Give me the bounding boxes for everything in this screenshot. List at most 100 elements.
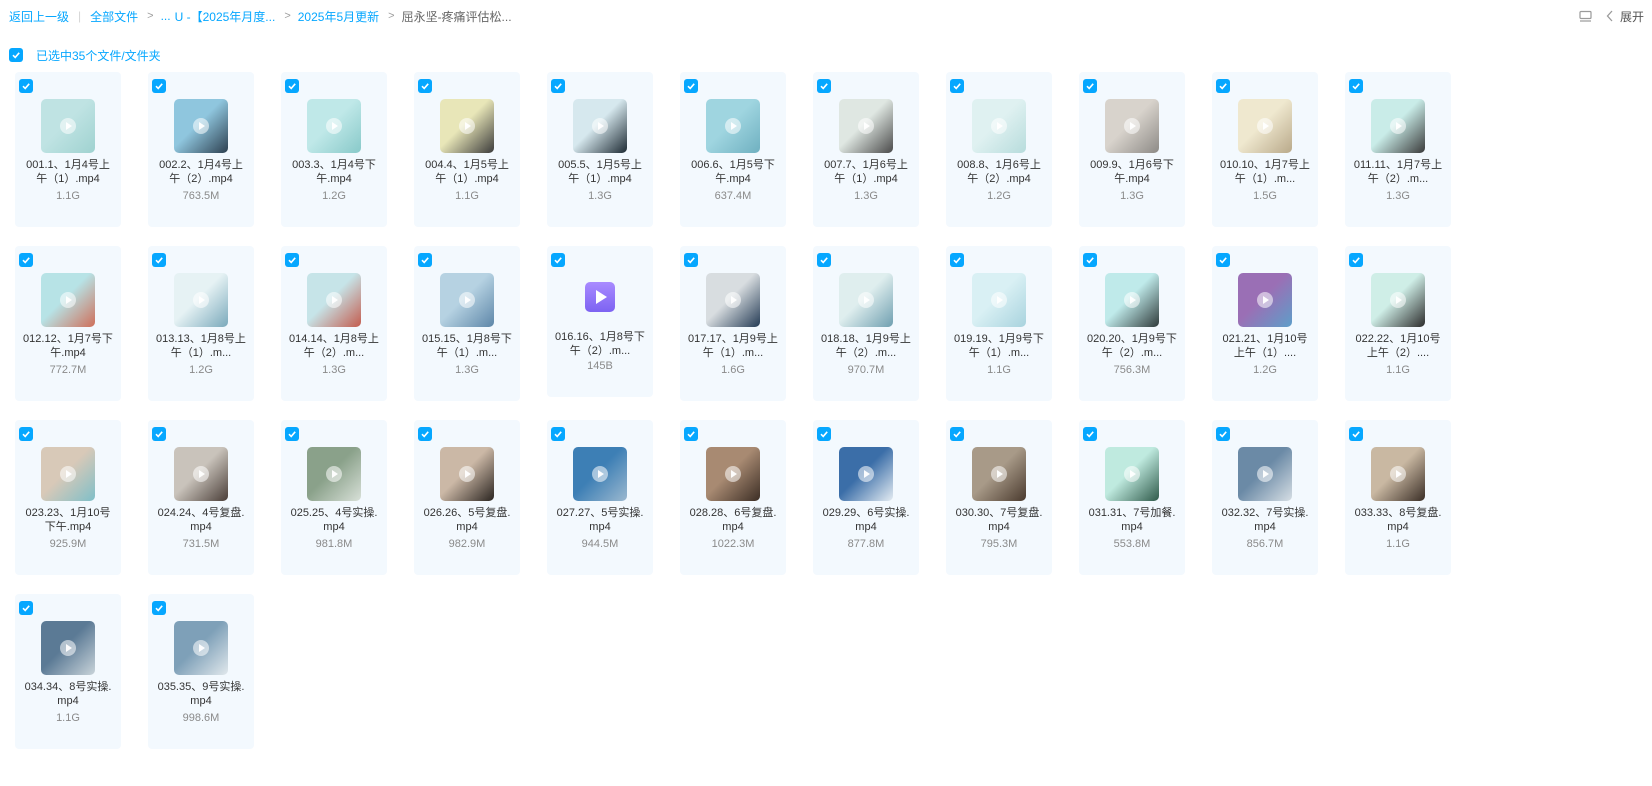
file-checkbox[interactable] bbox=[684, 79, 698, 93]
file-card[interactable]: 004.4、1月5号上午（1）.mp4 1.1G bbox=[414, 72, 520, 227]
file-checkbox[interactable] bbox=[817, 427, 831, 441]
list-view-icon[interactable] bbox=[1579, 10, 1592, 23]
file-checkbox[interactable] bbox=[19, 79, 33, 93]
chevron-left-icon[interactable] bbox=[1606, 10, 1614, 22]
file-name[interactable]: 031.31、7号加餐.mp4 bbox=[1085, 506, 1179, 534]
file-checkbox[interactable] bbox=[684, 253, 698, 267]
file-checkbox[interactable] bbox=[817, 79, 831, 93]
file-checkbox[interactable] bbox=[285, 253, 299, 267]
file-checkbox[interactable] bbox=[1349, 253, 1363, 267]
video-thumbnail[interactable] bbox=[174, 447, 228, 501]
file-card[interactable]: 006.6、1月5号下午.mp4 637.4M bbox=[680, 72, 786, 227]
file-checkbox[interactable] bbox=[285, 427, 299, 441]
video-thumbnail[interactable] bbox=[839, 447, 893, 501]
expand-button[interactable]: 展开 bbox=[1620, 8, 1644, 25]
video-thumbnail[interactable] bbox=[307, 273, 361, 327]
video-thumbnail[interactable] bbox=[1371, 99, 1425, 153]
file-name[interactable]: 019.19、1月9号下午（1）.m... bbox=[952, 332, 1046, 360]
file-name[interactable]: 010.10、1月7号上午（1）.m... bbox=[1218, 158, 1312, 186]
file-card[interactable]: 013.13、1月8号上午（1）.m... 1.2G bbox=[148, 246, 254, 401]
file-name[interactable]: 021.21、1月10号上午（1）.... bbox=[1218, 332, 1312, 360]
file-name[interactable]: 004.4、1月5号上午（1）.mp4 bbox=[420, 158, 514, 186]
file-checkbox[interactable] bbox=[551, 253, 565, 267]
file-card[interactable]: 016.16、1月8号下午（2）.m... 145B bbox=[547, 246, 653, 397]
video-thumbnail[interactable] bbox=[972, 273, 1026, 327]
file-card[interactable]: 001.1、1月4号上午（1）.mp4 1.1G bbox=[15, 72, 121, 227]
video-thumbnail[interactable] bbox=[41, 621, 95, 675]
file-card[interactable]: 005.5、1月5号上午（1）.mp4 1.3G bbox=[547, 72, 653, 227]
video-thumbnail[interactable] bbox=[307, 447, 361, 501]
file-card[interactable]: 010.10、1月7号上午（1）.m... 1.5G bbox=[1212, 72, 1318, 227]
video-thumbnail[interactable] bbox=[1105, 273, 1159, 327]
file-name[interactable]: 014.14、1月8号上午（2）.m... bbox=[287, 332, 381, 360]
file-card[interactable]: 022.22、1月10号上午（2）.... 1.1G bbox=[1345, 246, 1451, 401]
file-card[interactable]: 032.32、7号实操.mp4 856.7M bbox=[1212, 420, 1318, 575]
file-card[interactable]: 035.35、9号实操.mp4 998.6M bbox=[148, 594, 254, 749]
file-name[interactable]: 013.13、1月8号上午（1）.m... bbox=[154, 332, 248, 360]
file-checkbox[interactable] bbox=[1349, 427, 1363, 441]
file-name[interactable]: 034.34、8号实操.mp4 bbox=[21, 680, 115, 708]
file-card[interactable]: 021.21、1月10号上午（1）.... 1.2G bbox=[1212, 246, 1318, 401]
file-card[interactable]: 008.8、1月6号上午（2）.mp4 1.2G bbox=[946, 72, 1052, 227]
file-name[interactable]: 030.30、7号复盘.mp4 bbox=[952, 506, 1046, 534]
file-checkbox[interactable] bbox=[684, 427, 698, 441]
file-name[interactable]: 022.22、1月10号上午（2）.... bbox=[1351, 332, 1445, 360]
file-card[interactable]: 015.15、1月8号下午（1）.m... 1.3G bbox=[414, 246, 520, 401]
file-card[interactable]: 025.25、4号实操.mp4 981.8M bbox=[281, 420, 387, 575]
file-name[interactable]: 029.29、6号实操.mp4 bbox=[819, 506, 913, 534]
file-card[interactable]: 009.9、1月6号下午.mp4 1.3G bbox=[1079, 72, 1185, 227]
file-card[interactable]: 007.7、1月6号上午（1）.mp4 1.3G bbox=[813, 72, 919, 227]
breadcrumb-level2[interactable]: 2025年5月更新 bbox=[298, 8, 379, 25]
video-thumbnail[interactable] bbox=[1238, 273, 1292, 327]
file-checkbox[interactable] bbox=[152, 79, 166, 93]
video-thumbnail[interactable] bbox=[174, 273, 228, 327]
file-card[interactable]: 017.17、1月9号上午（1）.m... 1.6G bbox=[680, 246, 786, 401]
file-checkbox[interactable] bbox=[817, 253, 831, 267]
video-thumbnail[interactable] bbox=[1105, 99, 1159, 153]
video-thumbnail[interactable] bbox=[706, 273, 760, 327]
file-checkbox[interactable] bbox=[950, 427, 964, 441]
file-checkbox[interactable] bbox=[152, 427, 166, 441]
file-checkbox[interactable] bbox=[19, 253, 33, 267]
select-all-checkbox[interactable] bbox=[9, 48, 23, 62]
video-thumbnail[interactable] bbox=[41, 99, 95, 153]
video-thumbnail[interactable] bbox=[1238, 99, 1292, 153]
file-checkbox[interactable] bbox=[19, 601, 33, 615]
video-thumbnail[interactable] bbox=[440, 447, 494, 501]
file-name[interactable]: 023.23、1月10号下午.mp4 bbox=[21, 506, 115, 534]
video-thumbnail[interactable] bbox=[972, 99, 1026, 153]
file-card[interactable]: 012.12、1月7号下午.mp4 772.7M bbox=[15, 246, 121, 401]
file-name[interactable]: 027.27、5号实操.mp4 bbox=[553, 506, 647, 534]
file-name[interactable]: 035.35、9号实操.mp4 bbox=[154, 680, 248, 708]
file-checkbox[interactable] bbox=[285, 79, 299, 93]
file-checkbox[interactable] bbox=[152, 253, 166, 267]
file-name[interactable]: 024.24、4号复盘.mp4 bbox=[154, 506, 248, 534]
video-thumbnail[interactable] bbox=[174, 621, 228, 675]
file-checkbox[interactable] bbox=[1216, 427, 1230, 441]
file-name[interactable]: 026.26、5号复盘.mp4 bbox=[420, 506, 514, 534]
file-name[interactable]: 015.15、1月8号下午（1）.m... bbox=[420, 332, 514, 360]
file-card[interactable]: 031.31、7号加餐.mp4 553.8M bbox=[1079, 420, 1185, 575]
file-card[interactable]: 019.19、1月9号下午（1）.m... 1.1G bbox=[946, 246, 1052, 401]
file-name[interactable]: 028.28、6号复盘.mp4 bbox=[686, 506, 780, 534]
video-thumbnail[interactable] bbox=[1238, 447, 1292, 501]
file-card[interactable]: 023.23、1月10号下午.mp4 925.9M bbox=[15, 420, 121, 575]
file-card[interactable]: 011.11、1月7号上午（2）.m... 1.3G bbox=[1345, 72, 1451, 227]
file-card[interactable]: 028.28、6号复盘.mp4 1022.3M bbox=[680, 420, 786, 575]
file-name[interactable]: 016.16、1月8号下午（2）.m... bbox=[553, 330, 647, 358]
file-checkbox[interactable] bbox=[950, 253, 964, 267]
file-name[interactable]: 011.11、1月7号上午（2）.m... bbox=[1351, 158, 1445, 186]
video-thumbnail[interactable] bbox=[706, 447, 760, 501]
file-name[interactable]: 017.17、1月9号上午（1）.m... bbox=[686, 332, 780, 360]
file-name[interactable]: 001.1、1月4号上午（1）.mp4 bbox=[21, 158, 115, 186]
breadcrumb-level1[interactable]: U -【2025年月度... bbox=[175, 8, 276, 25]
file-name[interactable]: 002.2、1月4号上午（2）.mp4 bbox=[154, 158, 248, 186]
file-name[interactable]: 033.33、8号复盘.mp4 bbox=[1351, 506, 1445, 534]
breadcrumb-ellipsis[interactable]: ... bbox=[161, 9, 171, 23]
file-name[interactable]: 009.9、1月6号下午.mp4 bbox=[1085, 158, 1179, 186]
video-thumbnail[interactable] bbox=[440, 99, 494, 153]
file-name[interactable]: 003.3、1月4号下午.mp4 bbox=[287, 158, 381, 186]
video-thumbnail[interactable] bbox=[573, 447, 627, 501]
file-checkbox[interactable] bbox=[418, 79, 432, 93]
video-thumbnail[interactable] bbox=[440, 273, 494, 327]
